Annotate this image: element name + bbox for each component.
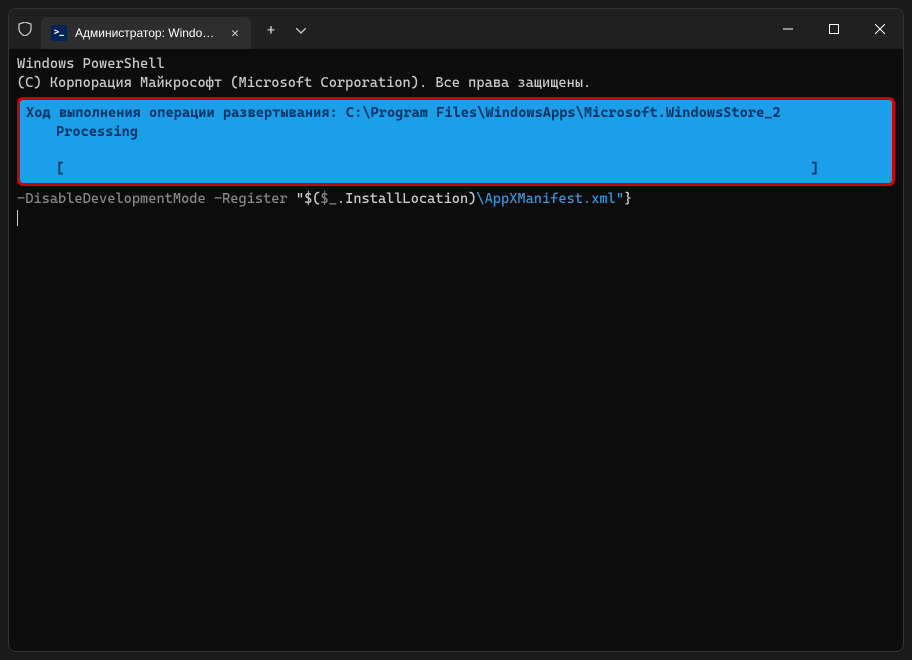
cmd-text: .InstallLocation	[337, 191, 468, 207]
cmd-text: }	[624, 191, 632, 207]
terminal-output[interactable]: Windows PowerShell (C) Корпорация Майкро…	[9, 49, 903, 651]
output-line: (C) Корпорация Майкрософт (Microsoft Cor…	[17, 75, 591, 91]
cmd-text: "$(	[296, 191, 321, 207]
close-button[interactable]	[857, 9, 903, 49]
maximize-button[interactable]	[811, 9, 857, 49]
titlebar-left: >_ Администратор: Windows Po ✕ +	[9, 9, 765, 49]
progress-title: Ход выполнения операции развертывания: C…	[26, 105, 781, 121]
powershell-icon: >_	[51, 25, 67, 41]
new-tab-button[interactable]: +	[255, 15, 287, 47]
progress-block: Ход выполнения операции развертывания: C…	[17, 97, 895, 187]
cmd-text: -DisableDevelopmentMode -Register	[17, 191, 296, 207]
titlebar: >_ Администратор: Windows Po ✕ +	[9, 9, 903, 49]
shield-icon	[17, 21, 33, 37]
cursor	[17, 210, 18, 226]
minimize-button[interactable]	[765, 9, 811, 49]
progress-bar: [ ]	[26, 160, 886, 179]
cmd-text: $_	[321, 191, 337, 207]
progress-status: Processing	[26, 123, 886, 142]
window-controls	[765, 9, 903, 49]
tab-dropdown-icon[interactable]	[287, 15, 315, 47]
output-line: Windows PowerShell	[17, 56, 165, 72]
terminal-window: >_ Администратор: Windows Po ✕ + Windows…	[8, 8, 904, 652]
cmd-text: \AppXManifest.xml"	[476, 191, 624, 207]
tab-powershell[interactable]: >_ Администратор: Windows Po ✕	[41, 17, 251, 49]
close-tab-icon[interactable]: ✕	[227, 25, 243, 41]
tab-title: Администратор: Windows Po	[75, 26, 221, 40]
